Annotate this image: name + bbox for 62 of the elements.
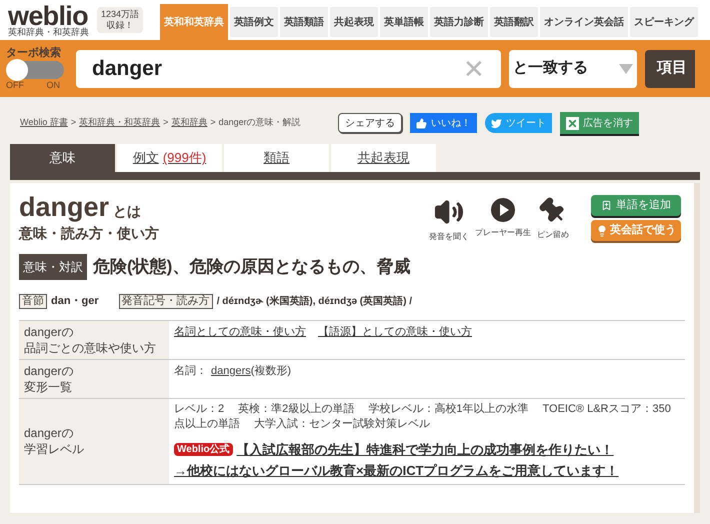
close-icon [566, 116, 579, 130]
search-button[interactable]: 項目 [645, 50, 695, 88]
part-of-speech: 名詞： [174, 364, 207, 378]
syllable-tag: 音節 [19, 294, 47, 309]
nav-tab[interactable]: 英語力診断 [430, 7, 488, 37]
turbo-search-label: ターボ検索 [6, 46, 62, 60]
row-label: dangerの 学習レベル [19, 398, 169, 484]
pin-button[interactable]: ピン留め [537, 191, 569, 241]
entry-word: danger [19, 191, 110, 223]
logo[interactable]: weblio [8, 4, 89, 28]
breadcrumb-separator: > [70, 116, 76, 130]
entry-word-suffix: とは [113, 202, 142, 221]
usage-link[interactable]: 名詞としての意味・使い方 [174, 324, 306, 340]
bird-icon [491, 118, 502, 128]
content-tab[interactable]: 類語 [224, 144, 329, 172]
breadcrumb-separator: > [163, 116, 168, 130]
usage-link[interactable]: 【語源】としての意味・使い方 [318, 324, 472, 340]
nav-tab[interactable]: 英語類語 [280, 7, 328, 37]
off-label: OFF [6, 80, 24, 90]
search-field[interactable]: danger ✕ [76, 50, 501, 88]
nav-tab[interactable]: 英語翻訳 [490, 7, 538, 37]
match-mode-select[interactable]: と一致する [509, 50, 637, 88]
form-note: (複数形) [250, 364, 292, 378]
play-button[interactable]: プレーヤー再生 [475, 191, 531, 239]
like-button[interactable]: いいね！ [410, 113, 477, 133]
breadcrumb-link[interactable]: 英和辞典 [171, 116, 208, 130]
meaning-tag: 意味・対訳 [19, 254, 87, 280]
syllable-text: dan・ger [51, 294, 99, 309]
row-label: dangerの 品詞ごとの意味や使い方 [19, 320, 169, 358]
nav-tab[interactable]: 共起表現 [330, 7, 378, 37]
meaning-text: 危険(状態)、危険の原因となるもの、脅威 [93, 256, 410, 278]
turbo-search-toggle[interactable] [6, 60, 64, 78]
dropdown-caret-icon [619, 64, 633, 74]
nav-tab[interactable]: スピーキング [630, 7, 698, 37]
hide-ads-button[interactable]: 広告を消す [560, 112, 639, 134]
lightbulb-icon [596, 224, 608, 236]
content-tab[interactable]: 意味 [10, 144, 115, 172]
plural-form-link[interactable]: dangers [211, 362, 251, 379]
play-icon [490, 197, 516, 223]
bookmark-icon [601, 200, 612, 211]
pronunciation-text: / déɪndʒɚ (米国英語), déɪndʒə (英国英語) / [216, 294, 412, 309]
share-button[interactable]: シェアする [338, 113, 402, 133]
level-info: レベル：2 英検：準2級以上の単語 学校レベル：高校1年以上の水準 TOEIC® L&Rスコア：350点以上の単語 大学入試：センター試験対策レベル [174, 402, 672, 432]
speaker-button[interactable]: 発音を聞く [429, 191, 469, 243]
breadcrumb-link[interactable]: Weblio 辞書 [20, 116, 68, 130]
breadcrumb-link[interactable]: 英和辞典・和英辞典 [79, 116, 160, 130]
breadcrumb-current: dangerの意味・解説 [218, 116, 301, 130]
row-label: dangerの 変形一覧 [19, 360, 169, 398]
breadcrumb-separator: > [210, 116, 216, 130]
add-word-button[interactable]: 単語を追加 [591, 195, 681, 216]
pronunciation-tag: 発音記号・読み方 [118, 294, 213, 309]
on-label: ON [46, 80, 60, 90]
official-badge: Weblio公式 [174, 442, 233, 456]
word-count-badge: 1234万語 収録！ [97, 7, 144, 33]
ad-link[interactable]: 【入試広報部の先生】特進科で学力向上の成功事例を作りたい！ [236, 440, 614, 459]
nav-tab[interactable]: 英語例文 [230, 7, 278, 37]
nav-tab[interactable]: オンライン英会話 [540, 7, 628, 37]
logo-tagline: 英和辞典・和英辞典 [8, 28, 89, 36]
thumbs-up-icon [416, 118, 427, 128]
ad-link[interactable]: →他校にはないグローバル教育×最新のICTプログラムをご用意しています！ [174, 461, 619, 480]
nav-tab[interactable]: 英単語帳 [380, 7, 428, 37]
entry-subtitle: 意味・読み方・使い方 [19, 224, 159, 243]
